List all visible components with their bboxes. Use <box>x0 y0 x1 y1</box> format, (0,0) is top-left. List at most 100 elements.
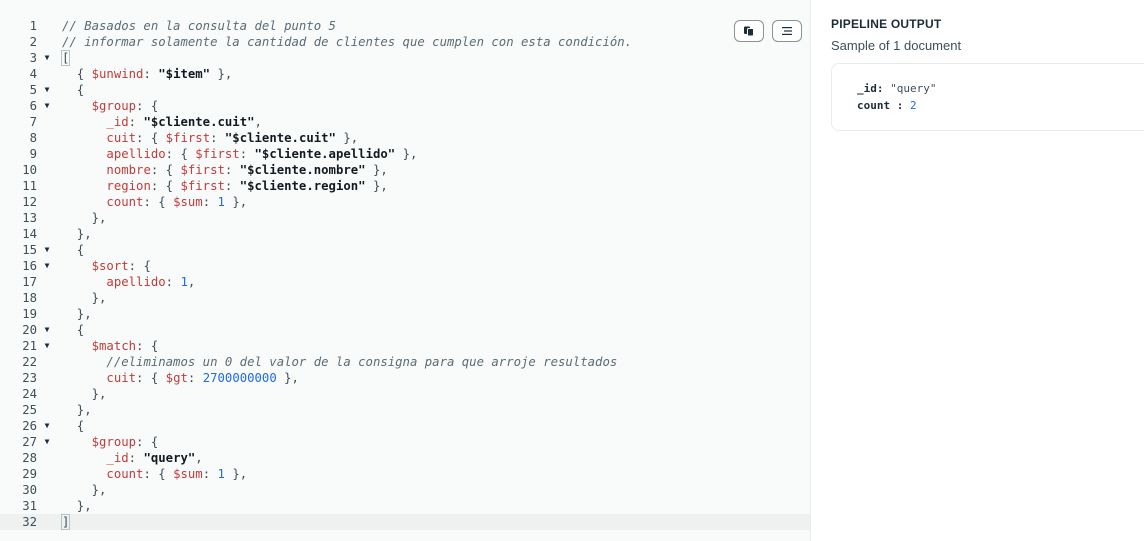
fold-toggle-icon[interactable]: ▼ <box>41 418 53 434</box>
code-line[interactable]: 14 }, <box>0 226 810 242</box>
code-line[interactable]: 15 ▼ { <box>0 242 810 258</box>
code-line[interactable]: 13 }, <box>0 210 810 226</box>
code-token: : { <box>136 339 159 353</box>
line-number: 18 <box>22 291 37 305</box>
fold-toggle-icon[interactable]: ▼ <box>41 82 53 98</box>
code-token: }, <box>365 163 388 177</box>
code-text: //eliminamos un 0 del valor de la consig… <box>62 354 617 370</box>
code-token: }, <box>276 371 299 385</box>
code-line[interactable]: 32] <box>0 514 810 530</box>
code-line[interactable]: 7 _id: "$cliente.cuit", <box>0 114 810 130</box>
fold-toggle-icon[interactable]: ▼ <box>41 338 53 354</box>
code-line[interactable]: 19 }, <box>0 306 810 322</box>
code-line[interactable]: 25 }, <box>0 402 810 418</box>
code-line[interactable]: 31 }, <box>0 498 810 514</box>
code-line[interactable]: 24 }, <box>0 386 810 402</box>
line-number: 3 <box>29 51 37 65</box>
code-token: }, <box>395 147 418 161</box>
code-token: apellido <box>106 275 166 289</box>
fold-toggle-icon[interactable]: ▼ <box>41 50 53 66</box>
code-token: { <box>62 323 85 337</box>
code-text: region: { $first: "$cliente.region" }, <box>62 178 387 194</box>
sample-count-label: Sample of 1 document <box>831 38 962 53</box>
editor-toolbar <box>734 20 802 42</box>
code-token: : <box>128 451 144 465</box>
fold-toggle-icon[interactable]: ▼ <box>41 98 53 114</box>
code-token: "$cliente.region" <box>239 179 366 193</box>
code-line[interactable]: 20 ▼ { <box>0 322 810 338</box>
code-line[interactable]: 26 ▼ { <box>0 418 810 434</box>
code-line[interactable]: 11 region: { $first: "$cliente.region" }… <box>0 178 810 194</box>
code-token: : <box>128 115 144 129</box>
code-line[interactable]: 28 _id: "query", <box>0 450 810 466</box>
copy-icon <box>744 26 754 37</box>
code-line[interactable]: 6 ▼ $group: { <box>0 98 810 114</box>
line-number: 23 <box>22 371 37 385</box>
code-token: , <box>187 275 196 289</box>
code-token: ] <box>60 514 71 530</box>
code-line[interactable]: 17 apellido: 1, <box>0 274 810 290</box>
code-token: { <box>62 83 85 97</box>
code-token: , <box>254 115 262 129</box>
code-line[interactable]: 5 ▼ { <box>0 82 810 98</box>
code-line[interactable]: 16 ▼ $sort: { <box>0 258 810 274</box>
output-document-card[interactable]: _id: "query" count : 2 <box>831 63 1144 131</box>
pipeline-output-title: PIPELINE OUTPUT <box>831 17 942 31</box>
code-token: : { <box>136 371 166 385</box>
fold-toggle-icon[interactable]: ▼ <box>41 242 53 258</box>
code-line[interactable]: 12 count: { $sum: 1 }, <box>0 194 810 210</box>
code-lines[interactable]: 1 // Basados en la consulta del punto 5 2 /… <box>0 18 810 530</box>
code-token: 1 <box>217 467 225 481</box>
line-number: 4 <box>29 67 37 81</box>
code-text: apellido: 1, <box>62 274 195 290</box>
line-number: 28 <box>22 451 37 465</box>
code-line[interactable]: 3 ▼ [ <box>0 50 810 66</box>
format-button[interactable] <box>772 20 802 42</box>
code-line[interactable]: 4 { $unwind: "$item" }, <box>0 66 810 82</box>
fold-toggle-icon[interactable]: ▼ <box>41 322 53 338</box>
code-line[interactable]: 2 // informar solamente la cantidad de cl… <box>0 34 810 50</box>
code-token: }, <box>62 483 107 497</box>
code-line[interactable]: 10 nombre: { $first: "$cliente.nombre" }… <box>0 162 810 178</box>
code-line[interactable]: 8 cuit: { $first: "$cliente.cuit" }, <box>0 130 810 146</box>
code-text: nombre: { $first: "$cliente.nombre" }, <box>62 162 388 178</box>
code-line[interactable]: 27 ▼ $group: { <box>0 434 810 450</box>
line-number: 17 <box>22 275 37 289</box>
code-line[interactable]: 1 // Basados en la consulta del punto 5 <box>0 18 810 34</box>
code-token: 1 <box>180 275 188 289</box>
fold-toggle-icon[interactable]: ▼ <box>41 434 53 450</box>
code-token: $first <box>195 147 240 161</box>
code-token: }, <box>62 387 107 401</box>
code-text: // informar solamente la cantidad de cli… <box>62 34 632 50</box>
code-token: : { <box>165 147 196 161</box>
code-token: region <box>106 179 151 193</box>
code-line[interactable]: 9 apellido: { $first: "$cliente.apellido… <box>0 146 810 162</box>
code-line[interactable]: 29 count: { $sum: 1 }, <box>0 466 810 482</box>
code-text: }, <box>62 226 92 242</box>
line-number: 19 <box>22 307 37 321</box>
code-text: apellido: { $first: "$cliente.apellido" … <box>62 146 417 162</box>
code-line[interactable]: 21 ▼ $match: { <box>0 338 810 354</box>
document-field-count: count : 2 <box>857 98 917 114</box>
code-token: "$cliente.apellido" <box>254 147 396 161</box>
code-line[interactable]: 22 //eliminamos un 0 del valor de la con… <box>0 354 810 370</box>
pipeline-code-editor[interactable]: 1 // Basados en la consulta del punto 5 2 /… <box>0 0 811 541</box>
code-token: count <box>106 467 144 481</box>
code-line[interactable]: 23 cuit: { $gt: 2700000000 }, <box>0 370 810 386</box>
line-number: 7 <box>29 115 37 129</box>
code-token: { <box>62 419 85 433</box>
code-line[interactable]: 18 }, <box>0 290 810 306</box>
code-line[interactable]: 30 }, <box>0 482 810 498</box>
line-number: 10 <box>22 163 37 177</box>
pipeline-output-panel: PIPELINE OUTPUT Sample of 1 document _id… <box>811 0 1144 541</box>
copy-button[interactable] <box>734 20 764 42</box>
code-token: $sum <box>173 195 203 209</box>
fold-toggle-icon[interactable]: ▼ <box>41 258 53 274</box>
code-token: $first <box>180 179 225 193</box>
code-token: : { <box>143 195 174 209</box>
